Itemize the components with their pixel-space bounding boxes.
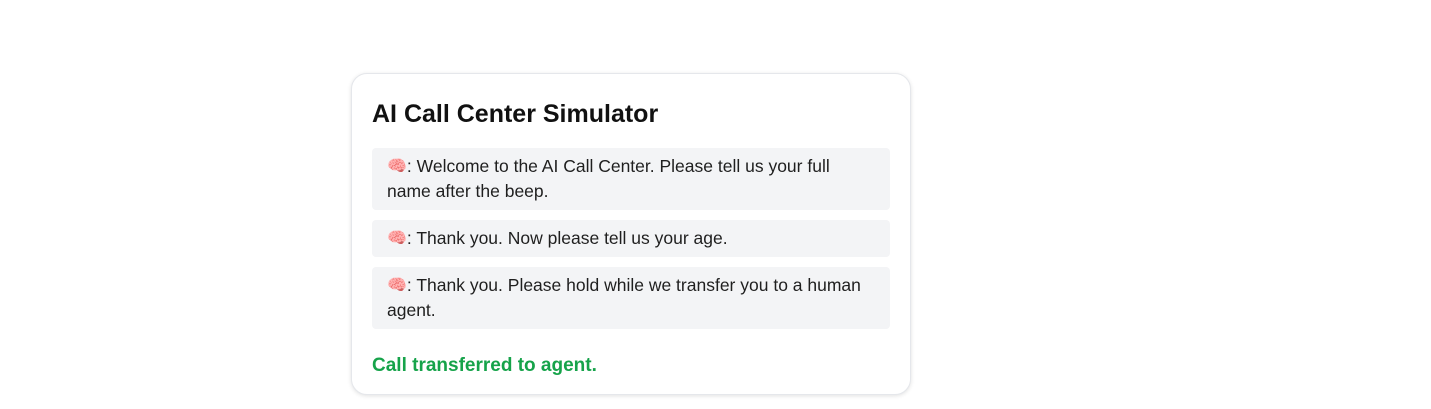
brain-icon: 🧠 (387, 158, 407, 175)
brain-icon: 🧠 (387, 277, 407, 294)
message-item: 🧠: Welcome to the AI Call Center. Please… (372, 148, 890, 210)
message-text: : Thank you. Please hold while we transf… (387, 275, 861, 320)
brain-icon: 🧠 (387, 230, 407, 247)
call-status: Call transferred to agent. (372, 355, 597, 376)
message-item: 🧠: Thank you. Now please tell us your ag… (372, 220, 890, 257)
message-text: : Welcome to the AI Call Center. Please … (387, 156, 830, 201)
call-center-card: AI Call Center Simulator 🧠: Welcome to t… (351, 73, 911, 395)
message-text: : Thank you. Now please tell us your age… (406, 228, 728, 248)
message-item: 🧠: Thank you. Please hold while we trans… (372, 267, 890, 329)
page-title: AI Call Center Simulator (372, 100, 659, 128)
message-list: 🧠: Welcome to the AI Call Center. Please… (372, 148, 890, 329)
